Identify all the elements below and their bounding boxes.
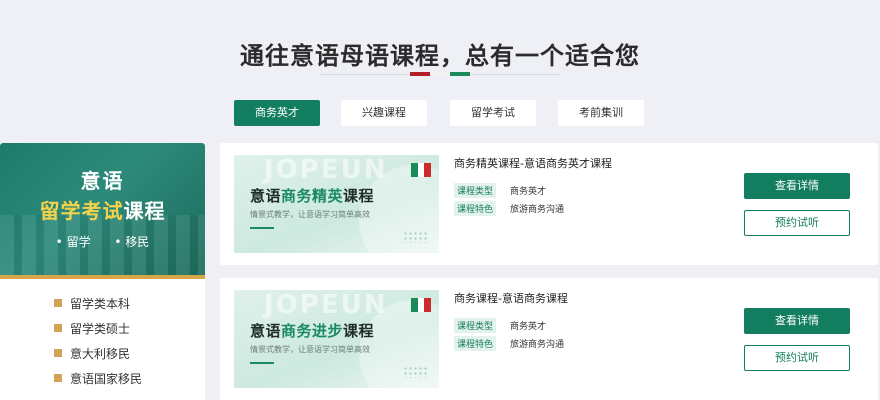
italy-flag-icon (411, 298, 432, 312)
thumbnail-watermark: JOPEUN (264, 290, 388, 320)
thumbnail-dots (403, 366, 429, 378)
tab-business[interactable]: 商务英才 (234, 100, 320, 126)
tab-pre-exam-training[interactable]: 考前集训 (558, 100, 644, 126)
thumbnail-subtitle: 情景式教学，让意语学习简单高效 (250, 345, 370, 354)
course-type-value: 商务英才 (510, 187, 547, 197)
thumbnail-watermark: JOPEUN (264, 155, 388, 185)
course-card: JOPEUN 意语商务精英课程 情景式教学，让意语学习简单高效 商务精英课程-意… (220, 143, 878, 265)
book-trial-button[interactable]: 预约试听 (744, 210, 850, 236)
course-feature-value: 旅游商务沟通 (510, 340, 565, 350)
tab-study-abroad-exam[interactable]: 留学考试 (450, 100, 536, 126)
flag-stripe-red (410, 72, 430, 76)
course-card: JOPEUN 意语商务进步课程 情景式教学，让意语学习简单高效 商务课程-意语商… (220, 278, 878, 400)
sidebar: 意语 留学考试课程 • 留学 • 移民 留学类本科 留学类硕士 意大利移民 意语… (0, 143, 205, 400)
course-type-row: 课程类型 商务英才 (454, 183, 547, 198)
tab-interest[interactable]: 兴趣课程 (341, 100, 427, 126)
sidebar-banner[interactable]: 意语 留学考试课程 • 留学 • 移民 (0, 143, 205, 275)
italy-flag-icon (411, 163, 432, 177)
banner-tags: • 留学 • 移民 (0, 233, 205, 250)
book-trial-button[interactable]: 预约试听 (744, 345, 850, 371)
bullet-icon (54, 299, 62, 307)
thumbnail-title: 意语商务精英课程 (250, 187, 375, 205)
banner-tag-study: • 留学 (55, 235, 91, 249)
course-thumbnail[interactable]: JOPEUN 意语商务精英课程 情景式教学，让意语学习简单高效 (234, 155, 439, 253)
course-feature-label: 课程特色 (454, 201, 497, 216)
course-type-row: 课程类型 商务英才 (454, 318, 547, 333)
course-feature-row: 课程特色 旅游商务沟通 (454, 336, 565, 351)
course-type-value: 商务英才 (510, 322, 547, 332)
section-heading: 通往意语母语课程，总有一个适合您 (240, 42, 640, 70)
course-type-label: 课程类型 (454, 318, 497, 333)
sidebar-item-italy-immigration[interactable]: 意大利移民 (54, 345, 142, 370)
bullet-icon (54, 324, 62, 332)
course-feature-row: 课程特色 旅游商务沟通 (454, 201, 565, 216)
course-type-label: 课程类型 (454, 183, 497, 198)
course-feature-label: 课程特色 (454, 336, 497, 351)
flag-stripe-white (430, 72, 450, 76)
sidebar-item-undergrad[interactable]: 留学类本科 (54, 295, 142, 320)
course-feature-value: 旅游商务沟通 (510, 205, 565, 215)
banner-title: 意语 (80, 169, 125, 193)
thumbnail-title: 意语商务进步课程 (250, 322, 375, 340)
view-details-button[interactable]: 查看详情 (744, 173, 850, 199)
course-thumbnail[interactable]: JOPEUN 意语商务进步课程 情景式教学，让意语学习简单高效 (234, 290, 439, 388)
banner-tag-immigration: • 移民 (114, 235, 150, 249)
course-title[interactable]: 商务精英课程-意语商务英才课程 (454, 155, 612, 171)
thumbnail-subtitle: 情景式教学，让意语学习简单高效 (250, 210, 370, 219)
sidebar-item-masters[interactable]: 留学类硕士 (54, 320, 142, 345)
sidebar-item-italian-country-immigration[interactable]: 意语国家移民 (54, 370, 142, 395)
thumbnail-underline (250, 227, 274, 229)
bullet-icon (54, 374, 62, 382)
thumbnail-underline (250, 362, 274, 364)
banner-subtitle: 留学考试课程 (39, 199, 166, 223)
thumbnail-dots (403, 231, 429, 243)
flag-stripe-green (450, 72, 470, 76)
course-title[interactable]: 商务课程-意语商务课程 (454, 290, 568, 306)
banner-accent-bar (0, 275, 205, 279)
sidebar-list: 留学类本科 留学类硕士 意大利移民 意语国家移民 (54, 295, 142, 395)
bullet-icon (54, 349, 62, 357)
view-details-button[interactable]: 查看详情 (744, 308, 850, 334)
